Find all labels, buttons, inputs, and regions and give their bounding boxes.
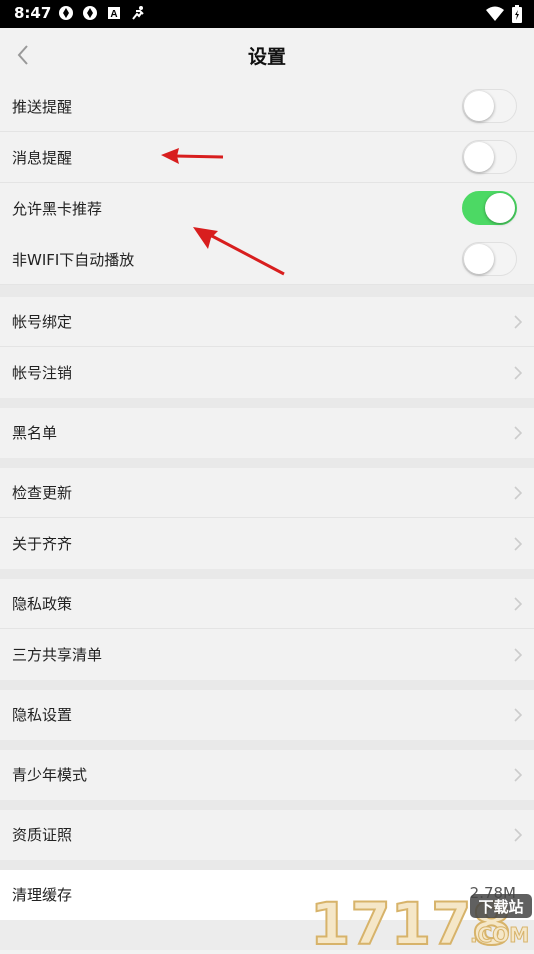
chevron-right-icon xyxy=(514,486,522,500)
switch-knob xyxy=(464,244,494,274)
switch-knob xyxy=(464,91,494,121)
push-reminder-switch[interactable] xyxy=(462,89,517,123)
watermark-domain: .COM xyxy=(470,923,529,947)
wifi-icon xyxy=(486,6,504,26)
section-divider xyxy=(0,569,534,579)
section-divider xyxy=(0,285,534,297)
menu-qualification[interactable]: 资质证照 xyxy=(0,810,534,860)
privacy-policy-label: 隐私政策 xyxy=(12,595,73,613)
menu-check-update[interactable]: 检查更新 xyxy=(0,468,534,518)
watermark-site: 下载站 xyxy=(478,898,523,916)
a-box-icon: A xyxy=(106,5,122,21)
menu-account-cancel[interactable]: 帐号注销 xyxy=(0,348,534,398)
chevron-right-icon xyxy=(514,768,522,782)
chevron-right-icon xyxy=(514,597,522,611)
watermark-logo: 17178 下载站 .COM xyxy=(309,884,534,954)
status-bar: 8:47 A xyxy=(0,0,534,28)
menu-privacy-policy[interactable]: 隐私政策 xyxy=(0,579,534,629)
youth-mode-label: 青少年模式 xyxy=(12,766,88,784)
push-reminder-label: 推送提醒 xyxy=(12,98,73,116)
menu-privacy-settings[interactable]: 隐私设置 xyxy=(0,690,534,740)
chevron-right-icon xyxy=(514,426,522,440)
blacklist-label: 黑名单 xyxy=(12,424,58,442)
chevron-right-icon xyxy=(514,366,522,380)
battery-icon xyxy=(512,5,522,27)
check-update-label: 检查更新 xyxy=(12,484,73,502)
section-divider xyxy=(0,458,534,468)
toggle-row-message: 消息提醒 xyxy=(0,133,534,183)
aperture-icon xyxy=(58,5,74,21)
menu-third-party-list[interactable]: 三方共享清单 xyxy=(0,630,534,680)
clear-cache-label: 清理缓存 xyxy=(12,886,73,904)
black-card-switch[interactable] xyxy=(462,191,517,225)
section-divider xyxy=(0,800,534,810)
about-label: 关于齐齐 xyxy=(12,535,73,553)
account-binding-label: 帐号绑定 xyxy=(12,313,73,331)
menu-blacklist[interactable]: 黑名单 xyxy=(0,408,534,458)
page-title: 设置 xyxy=(247,46,286,68)
menu-about[interactable]: 关于齐齐 xyxy=(0,519,534,569)
runner-icon xyxy=(130,5,146,21)
nav-bar: 设置 xyxy=(0,28,534,82)
third-party-label: 三方共享清单 xyxy=(12,646,103,664)
section-divider xyxy=(0,398,534,408)
autoplay-switch[interactable] xyxy=(462,242,517,276)
aperture-icon-2 xyxy=(82,5,98,21)
autoplay-label: 非WIFI下自动播放 xyxy=(12,251,135,269)
message-reminder-switch[interactable] xyxy=(462,140,517,174)
switch-knob xyxy=(464,142,494,172)
chevron-right-icon xyxy=(514,708,522,722)
privacy-settings-label: 隐私设置 xyxy=(12,706,73,724)
black-card-label: 允许黑卡推荐 xyxy=(12,200,103,218)
section-divider xyxy=(0,860,534,870)
toggle-row-autoplay: 非WIFI下自动播放 xyxy=(0,235,534,285)
menu-youth-mode[interactable]: 青少年模式 xyxy=(0,750,534,800)
switch-knob xyxy=(485,193,515,223)
menu-account-binding[interactable]: 帐号绑定 xyxy=(0,297,534,347)
toggle-row-push: 推送提醒 xyxy=(0,82,534,132)
svg-text:A: A xyxy=(110,9,117,20)
qualification-label: 资质证照 xyxy=(12,826,73,844)
chevron-right-icon xyxy=(514,648,522,662)
toggle-row-blackcard: 允许黑卡推荐 xyxy=(0,184,534,234)
account-cancel-label: 帐号注销 xyxy=(12,364,73,382)
status-time: 8:47 xyxy=(14,4,52,22)
chevron-right-icon xyxy=(514,828,522,842)
message-reminder-label: 消息提醒 xyxy=(12,149,73,167)
section-divider xyxy=(0,740,534,750)
chevron-right-icon xyxy=(514,315,522,329)
section-divider xyxy=(0,680,534,690)
chevron-right-icon xyxy=(514,537,522,551)
